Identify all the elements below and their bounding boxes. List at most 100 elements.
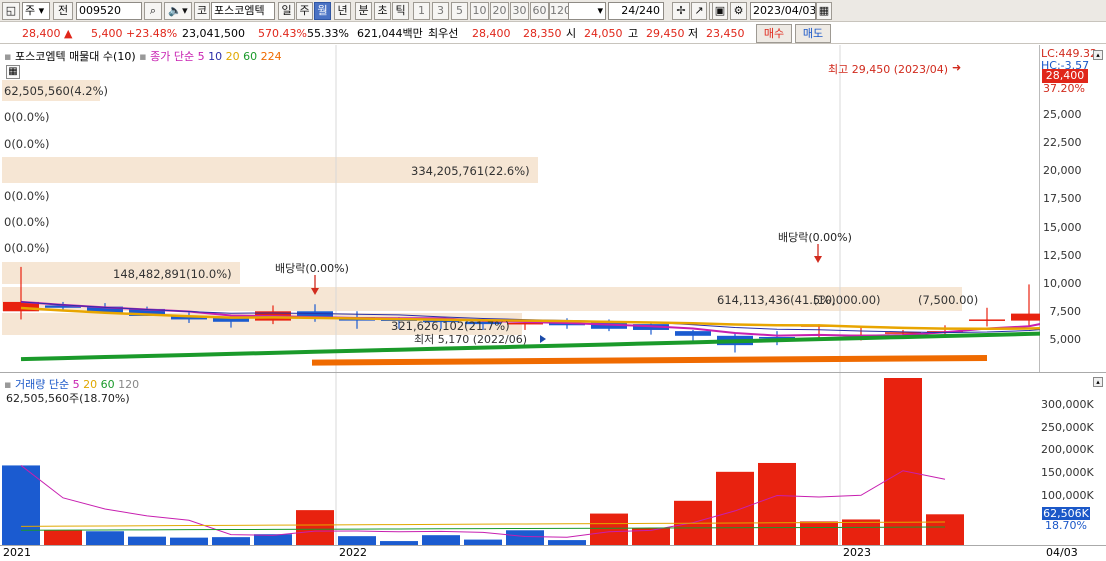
volume-value: 23,041,500 (182, 27, 245, 40)
market-label[interactable]: 코 (194, 2, 210, 20)
volume-ratio: 570.43% (258, 27, 307, 40)
period-tick[interactable]: 틱 (392, 2, 409, 20)
gear-icon[interactable]: ⚙ (730, 2, 747, 20)
vol-y-tick: 100,000K (1041, 489, 1094, 502)
y-tick: 12,500 (1043, 249, 1082, 262)
period-day[interactable]: 일 (278, 2, 295, 20)
stock-name-field[interactable]: 포스코엠텍 (211, 2, 275, 20)
interval-10[interactable]: 10 (470, 2, 489, 20)
volume-bar (170, 537, 208, 545)
calendar-icon[interactable]: ▦ (816, 2, 832, 20)
volume-bar (884, 378, 922, 545)
interval-60[interactable]: 60 (530, 2, 549, 20)
x-tick: 2022 (339, 546, 367, 559)
price-change: 5,400 (91, 27, 123, 40)
interval-3[interactable]: 3 (432, 2, 449, 20)
y-tick: 25,000 (1043, 108, 1082, 121)
high-price: 29,450 (646, 27, 685, 40)
volume-bar (128, 536, 166, 545)
x-tick: 2021 (3, 546, 31, 559)
period-week[interactable]: 주 (296, 2, 313, 20)
dividend-annotation: 배당락(0.00%) (778, 231, 852, 244)
right-arrow-icon: ➜ (952, 61, 962, 74)
candle-body (969, 319, 1005, 321)
turnover-rate: 55.33% (307, 27, 349, 40)
profile-legend: 포스코엠텍 매물대 수(10) (14, 50, 136, 63)
open-label: 시 (566, 27, 577, 40)
volume-chart[interactable] (0, 373, 1040, 545)
current-price: 28,400 (22, 27, 61, 40)
speaker-icon[interactable]: 🔈▾ (164, 2, 192, 20)
volume-bar (296, 510, 334, 545)
period-year[interactable]: 년 (334, 2, 351, 20)
volume-bar (2, 465, 40, 545)
ma224-legend: 224 (260, 50, 282, 63)
candle-body (1011, 313, 1040, 321)
candle-body (675, 331, 711, 336)
x-tick: 04/03 (1046, 546, 1078, 559)
grid-toggle-icon[interactable]: ▦ (6, 65, 20, 79)
interval-20[interactable]: 20 (490, 2, 509, 20)
ma60-legend: 60 (243, 50, 258, 63)
dividend-arrow-head (311, 288, 319, 295)
stock-code-input[interactable]: 009520 (76, 2, 142, 20)
current-price-tag: 28,400 (1042, 69, 1088, 83)
period-month[interactable]: 월 (314, 2, 331, 20)
volume-bar (800, 521, 838, 545)
period-type-select[interactable]: 주 ▾ (22, 2, 50, 20)
interval-120[interactable]: 120 (549, 2, 571, 20)
y-tick: 7,500 (1049, 305, 1082, 318)
vol-y-tick: 300,000K (1041, 398, 1094, 411)
period-minute[interactable]: 분 (355, 2, 372, 20)
volume-bar (758, 462, 796, 545)
date-field[interactable]: 2023/04/03 (750, 2, 816, 20)
volume-bar (86, 531, 124, 545)
volume-bar (338, 536, 376, 545)
x-tick: 2023 (843, 546, 871, 559)
y-tick: 20,000 (1043, 164, 1082, 177)
candlestick-chart[interactable] (0, 45, 1040, 372)
best-ask-label: 최우선 (428, 27, 459, 40)
interval-custom-select[interactable]: ▾ (568, 2, 606, 20)
ma20-legend: 20 (225, 50, 240, 63)
interval-1[interactable]: 1 (413, 2, 430, 20)
best-bid: 28,350 (523, 27, 562, 40)
buy-button[interactable]: 매수 (756, 24, 792, 43)
y-tick: 10,000 (1043, 277, 1082, 290)
prev-button[interactable]: 전 (53, 2, 73, 20)
legend-marker-icon: ▪ (139, 50, 147, 63)
panel-collapse-icon[interactable]: ▴ (1093, 377, 1103, 387)
dividend-annotation: 배당락(0.00%) (275, 262, 349, 275)
trade-amount: 621,044백만 (357, 27, 423, 40)
volume-bar (506, 530, 544, 545)
low-label: 저 (688, 27, 699, 40)
chevron-down-icon: ▾ (597, 4, 603, 17)
low-annotation: 최저 5,170 (2022/06) (414, 333, 528, 346)
volume-bar (212, 537, 250, 545)
y-tick: 22,500 (1043, 136, 1082, 149)
search-icon[interactable]: ⌕ (144, 2, 162, 20)
interval-5[interactable]: 5 (451, 2, 468, 20)
date-axis (0, 545, 1106, 561)
chart-toolbar: ◱ 주 ▾ 전 009520 ⌕ 🔈▾ 코 포스코엠텍 일 주 월 년 분 초 … (0, 0, 1106, 22)
ma10-legend: 10 (208, 50, 223, 63)
price-legend: ▪ 포스코엠텍 매물대 수(10) ▪ 종가 단순 5 10 20 60 224 (4, 48, 282, 64)
up-arrow-icon: ▲ (64, 27, 73, 40)
price-change-pct: +23.48% (126, 27, 178, 40)
period-second[interactable]: 초 (374, 2, 391, 20)
save-icon[interactable]: ▣ (712, 2, 728, 20)
band-label: (10,000.00) (813, 293, 881, 307)
best-ask: 28,400 (472, 27, 511, 40)
draw-icon[interactable]: ↗ (691, 2, 707, 20)
volume-pct-tag: 18.70% (1045, 519, 1087, 532)
bar-count-total: /240 (635, 4, 660, 17)
chart-menu-icon[interactable]: ◱ (2, 2, 20, 20)
panel-collapse-icon[interactable]: ▴ (1093, 50, 1103, 60)
sell-button[interactable]: 매도 (795, 24, 831, 43)
zoom-icon[interactable]: ✢ (672, 2, 690, 20)
vol-y-tick: 200,000K (1041, 443, 1094, 456)
legend-marker-icon: ▪ (4, 50, 12, 63)
band-label: (7,500.00) (918, 293, 979, 307)
interval-30[interactable]: 30 (510, 2, 529, 20)
bar-count-field[interactable]: 24/240 (608, 2, 664, 20)
